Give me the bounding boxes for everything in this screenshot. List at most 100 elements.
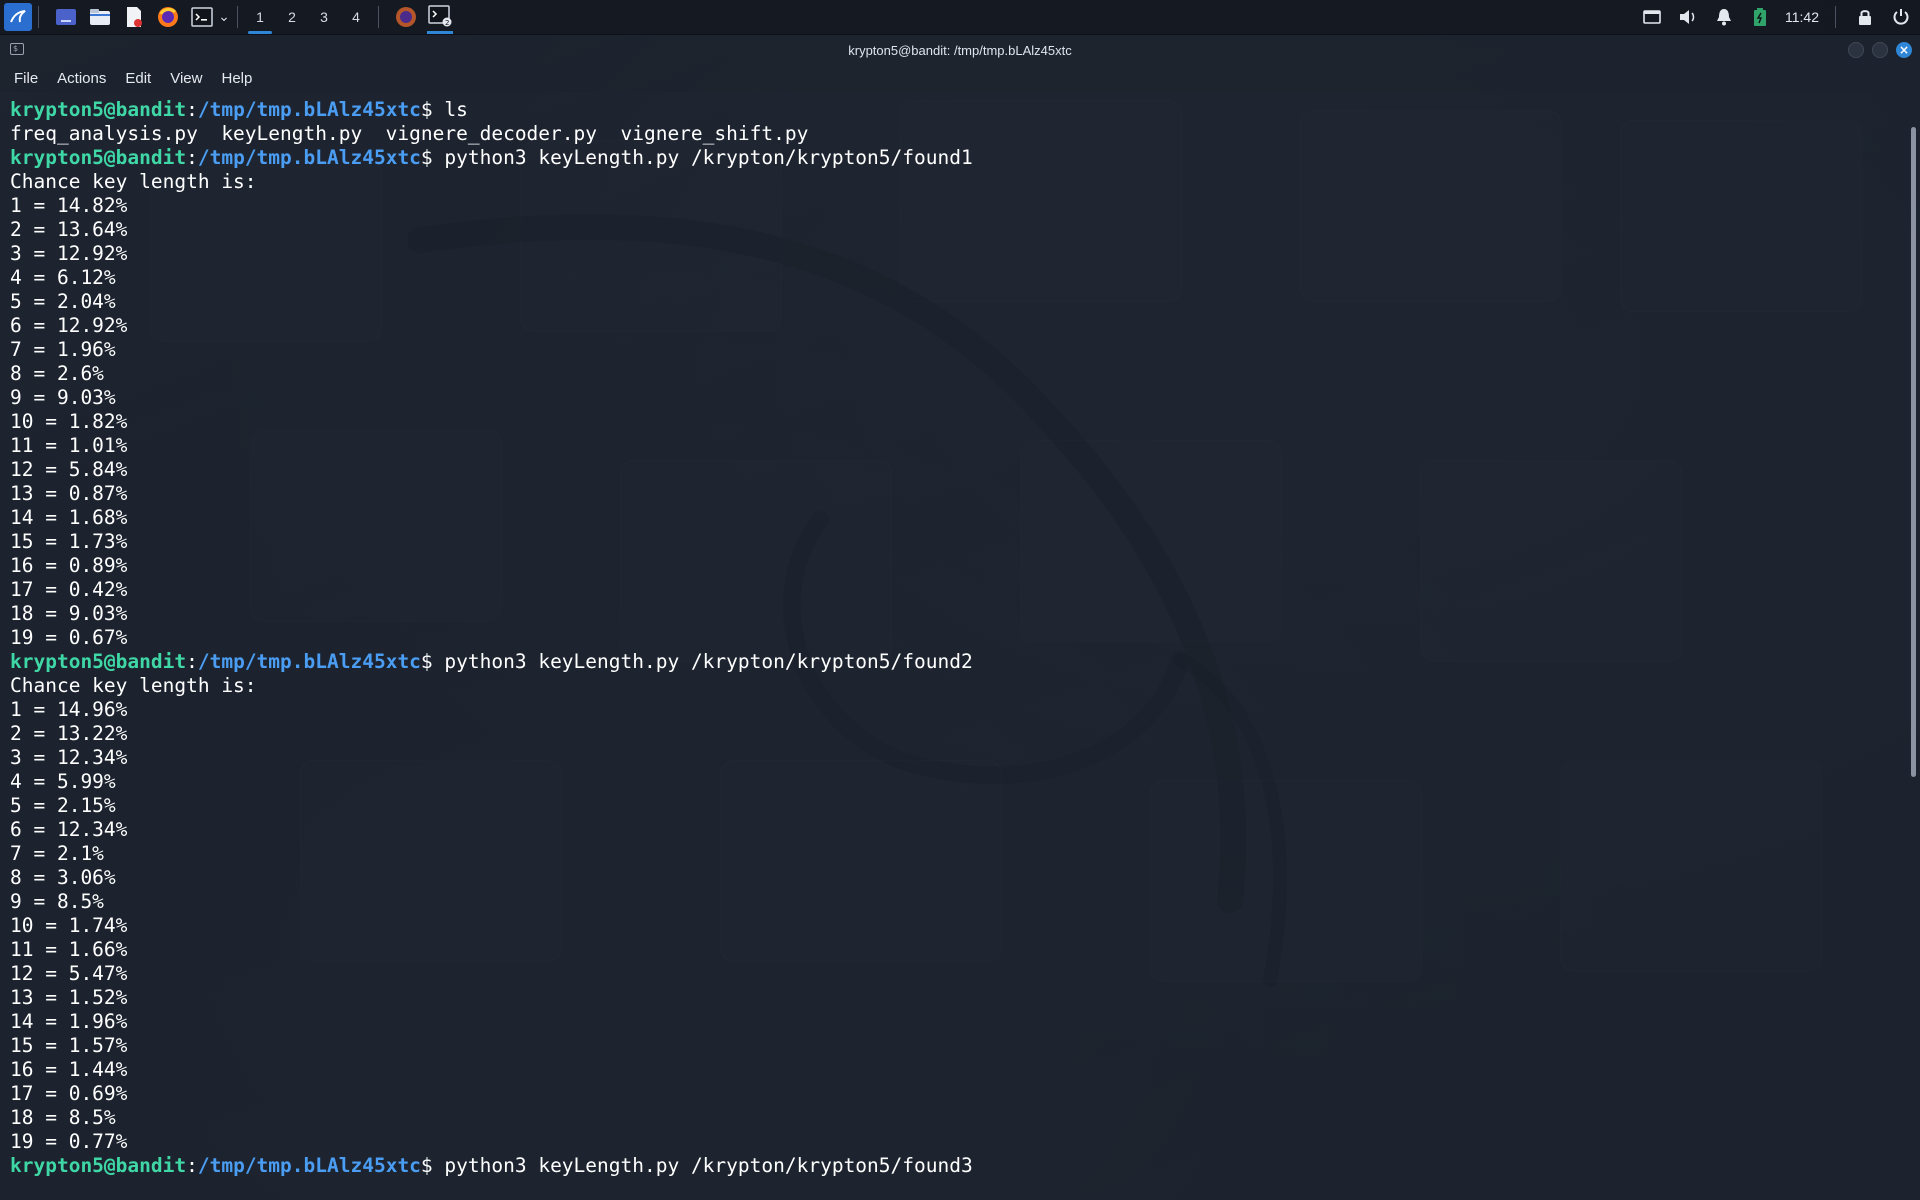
prompt-symbol: $ xyxy=(420,1154,445,1177)
workspace-2[interactable]: 2 xyxy=(276,0,308,34)
output-line: 18 = 8.5% xyxy=(10,1106,116,1129)
output-line: 18 = 9.03% xyxy=(10,602,128,625)
output-line: freq_analysis.py keyLength.py vignere_de… xyxy=(10,122,809,145)
show-desktop-icon[interactable] xyxy=(53,4,79,30)
output-line: 4 = 5.99% xyxy=(10,770,116,793)
prompt-path: /tmp/tmp.bLAlz45xtc xyxy=(197,650,421,673)
command-text: python3 keyLength.py /krypton/krypton5/f… xyxy=(444,650,973,673)
prompt-separator: : xyxy=(186,146,198,169)
output-line: 6 = 12.34% xyxy=(10,818,128,841)
terminal-output[interactable]: krypton5@bandit:/tmp/tmp.bLAlz45xtc$ ls f… xyxy=(0,92,1920,1200)
panel-separator xyxy=(237,6,238,28)
menu-help[interactable]: Help xyxy=(221,70,252,87)
panel-separator xyxy=(38,6,39,28)
menu-edit[interactable]: Edit xyxy=(125,70,151,87)
prompt-separator: : xyxy=(186,98,198,121)
workspace-1[interactable]: 1 xyxy=(244,0,276,34)
menu-actions[interactable]: Actions xyxy=(57,70,106,87)
minimize-button[interactable] xyxy=(1848,42,1864,58)
menu-file[interactable]: File xyxy=(14,70,38,87)
output-line: 5 = 2.04% xyxy=(10,290,116,313)
output-line: 14 = 1.96% xyxy=(10,1010,128,1033)
kali-menu-icon[interactable] xyxy=(4,3,32,31)
prompt-line: krypton5@bandit:/tmp/tmp.bLAlz45xtc$ pyt… xyxy=(10,146,1910,170)
volume-icon[interactable] xyxy=(1675,4,1701,30)
output-line: 3 = 12.34% xyxy=(10,746,128,769)
svg-text:2: 2 xyxy=(445,19,449,27)
prompt-symbol: $ xyxy=(420,146,445,169)
text-editor-icon[interactable] xyxy=(121,4,147,30)
scrollbar[interactable] xyxy=(1911,127,1916,777)
prompt-symbol: $ xyxy=(420,98,445,121)
power-icon[interactable] xyxy=(1888,4,1914,30)
output-line: Chance key length is: xyxy=(10,674,257,697)
clock[interactable]: 11:42 xyxy=(1785,9,1819,25)
output-line: 15 = 1.57% xyxy=(10,1034,128,1057)
output-line: 7 = 1.96% xyxy=(10,338,116,361)
workspace-4[interactable]: 4 xyxy=(340,0,372,34)
command-text: python3 keyLength.py /krypton/krypton5/f… xyxy=(444,146,973,169)
command-text: python3 keyLength.py /krypton/krypton5/f… xyxy=(444,1154,973,1177)
firefox-task-icon[interactable] xyxy=(393,4,419,30)
output-line: 13 = 0.87% xyxy=(10,482,128,505)
prompt-user: krypton5@bandit xyxy=(10,1154,187,1177)
output-line: 16 = 1.44% xyxy=(10,1058,128,1081)
output-line: 10 = 1.74% xyxy=(10,914,128,937)
close-button[interactable]: × xyxy=(1896,42,1912,58)
notification-bell-icon[interactable] xyxy=(1711,4,1737,30)
prompt-line: krypton5@bandit:/tmp/tmp.bLAlz45xtc$ ls xyxy=(10,98,1910,122)
output-line: 2 = 13.64% xyxy=(10,218,128,241)
output-line: 14 = 1.68% xyxy=(10,506,128,529)
output-line: 17 = 0.42% xyxy=(10,578,128,601)
output-line: 11 = 1.01% xyxy=(10,434,128,457)
panel-separator xyxy=(1835,6,1836,28)
file-manager-icon[interactable] xyxy=(87,4,113,30)
prompt-separator: : xyxy=(186,650,198,673)
output-line: 2 = 13.22% xyxy=(10,722,128,745)
prompt-path: /tmp/tmp.bLAlz45xtc xyxy=(197,98,421,121)
prompt-separator: : xyxy=(186,1154,198,1177)
output-line: 16 = 0.89% xyxy=(10,554,128,577)
output-line: 9 = 9.03% xyxy=(10,386,116,409)
output-line: 5 = 2.15% xyxy=(10,794,116,817)
prompt-user: krypton5@bandit xyxy=(10,98,187,121)
menu-view[interactable]: View xyxy=(170,70,202,87)
output-line: 19 = 0.67% xyxy=(10,626,128,649)
firefox-icon[interactable] xyxy=(155,4,181,30)
output-line: 19 = 0.77% xyxy=(10,1130,128,1153)
output-line: 1 = 14.96% xyxy=(10,698,128,721)
output-line: 11 = 1.66% xyxy=(10,938,128,961)
output-line: 9 = 8.5% xyxy=(10,890,104,913)
terminal-icon[interactable] xyxy=(189,4,215,30)
maximize-button[interactable] xyxy=(1872,42,1888,58)
battery-icon[interactable] xyxy=(1747,4,1773,30)
top-panel: ⌄ 1 2 3 4 2 11:42 xyxy=(0,0,1920,35)
chevron-down-icon[interactable]: ⌄ xyxy=(217,4,231,30)
output-line: 7 = 2.1% xyxy=(10,842,104,865)
output-line: 4 = 6.12% xyxy=(10,266,116,289)
prompt-line: krypton5@bandit:/tmp/tmp.bLAlz45xtc$ pyt… xyxy=(10,1154,1910,1178)
output-line: 17 = 0.69% xyxy=(10,1082,128,1105)
prompt-line: krypton5@bandit:/tmp/tmp.bLAlz45xtc$ pyt… xyxy=(10,650,1910,674)
panel-separator xyxy=(378,6,379,28)
output-line: 13 = 1.52% xyxy=(10,986,128,1009)
prompt-path: /tmp/tmp.bLAlz45xtc xyxy=(197,1154,421,1177)
output-line: 1 = 14.82% xyxy=(10,194,128,217)
prompt-user: krypton5@bandit xyxy=(10,650,187,673)
terminal-app-icon[interactable]: $ xyxy=(10,43,24,55)
window-titlebar[interactable]: $ krypton5@bandit: /tmp/tmp.bLAlz45xtc × xyxy=(0,35,1920,65)
output-line: 8 = 2.6% xyxy=(10,362,104,385)
output-line: 8 = 3.06% xyxy=(10,866,116,889)
menu-bar: File Actions Edit View Help xyxy=(0,65,1920,92)
prompt-symbol: $ xyxy=(420,650,445,673)
lock-icon[interactable] xyxy=(1852,4,1878,30)
terminal-task-icon[interactable]: 2 xyxy=(427,1,453,34)
workspace-3[interactable]: 3 xyxy=(308,0,340,34)
output-line: 3 = 12.92% xyxy=(10,242,128,265)
prompt-path: /tmp/tmp.bLAlz45xtc xyxy=(197,146,421,169)
display-icon[interactable] xyxy=(1639,4,1665,30)
prompt-user: krypton5@bandit xyxy=(10,146,187,169)
output-line: 12 = 5.47% xyxy=(10,962,128,985)
output-line: 10 = 1.82% xyxy=(10,410,128,433)
output-line: 12 = 5.84% xyxy=(10,458,128,481)
